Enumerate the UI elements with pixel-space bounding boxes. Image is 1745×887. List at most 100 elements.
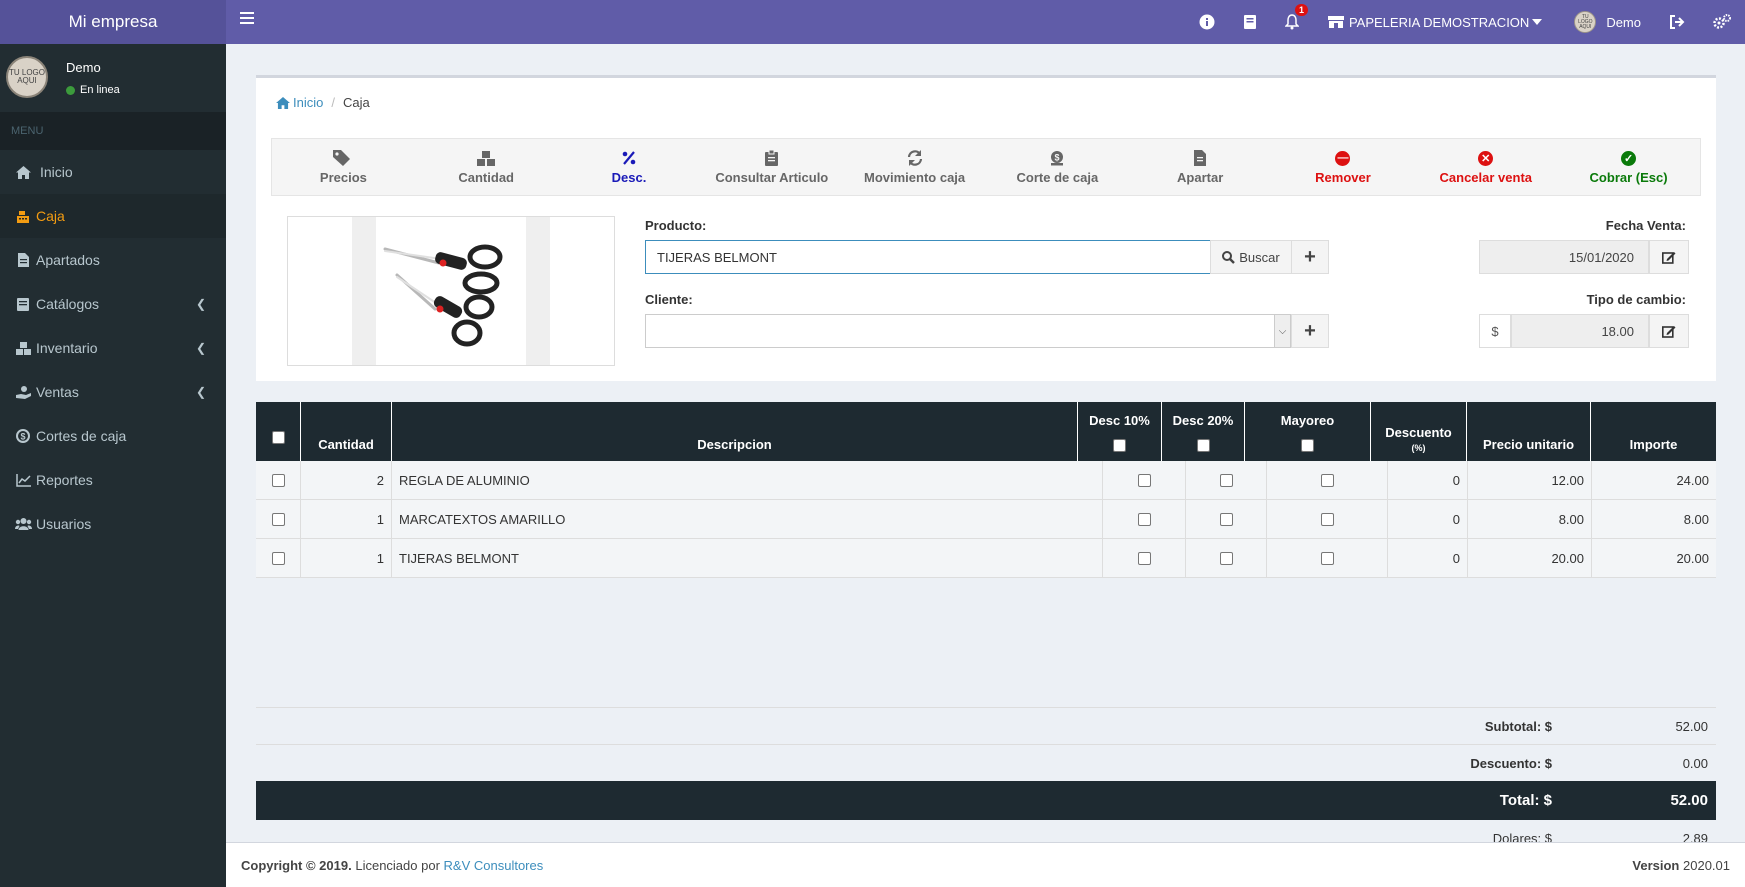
cobrar-button[interactable]: ✓ Cobrar (Esc) [1557, 139, 1700, 195]
total-value: 52.00 [1670, 792, 1708, 809]
table-row[interactable]: 1 TIJERAS BELMONT 0 20.00 20.00 [256, 539, 1716, 578]
notifications-button[interactable]: 1 [1271, 0, 1313, 44]
col-mayoreo: Mayoreo [1245, 402, 1371, 461]
edit-rate-button[interactable] [1649, 314, 1689, 348]
chevron-left-icon: ❮ [195, 385, 206, 399]
total-row: Total: $ 52.00 [256, 781, 1716, 820]
product-input[interactable] [645, 240, 1211, 274]
minus-circle-icon: — [1335, 150, 1351, 166]
sidebar-item-usuarios[interactable]: Usuarios [0, 502, 226, 546]
check-circle-icon: ✓ [1621, 150, 1637, 166]
add-product-button[interactable]: + [1291, 240, 1329, 274]
sidebar-item-inicio[interactable]: Inicio [0, 150, 226, 194]
row-precio: 12.00 [1468, 461, 1592, 499]
edit-icon [1662, 251, 1676, 264]
company-link[interactable]: R&V Consultores [444, 858, 544, 873]
sale-date-field: 15/01/2020 [1479, 240, 1649, 274]
movimiento-caja-button[interactable]: Movimiento caja [843, 139, 986, 195]
refresh-icon [907, 149, 923, 167]
sidebar-item-apartados[interactable]: Apartados [0, 238, 226, 282]
mayoreo-all-checkbox[interactable] [1301, 439, 1314, 452]
logout-button[interactable] [1655, 0, 1699, 44]
top-navbar: Mi empresa 1 PAPELERIA DEMOSTRACION TU L… [0, 0, 1745, 44]
sidebar: TU LOGO AQUI Demo En linea MENU Inicio C… [0, 44, 226, 887]
row-mayoreo-checkbox[interactable] [1320, 512, 1334, 526]
file-icon [1194, 149, 1207, 167]
edit-date-button[interactable] [1649, 240, 1689, 274]
plus-icon: + [1304, 245, 1316, 268]
add-client-button[interactable]: + [1291, 314, 1329, 348]
brand-logo[interactable]: Mi empresa [0, 0, 226, 44]
sidebar-item-catalogos[interactable]: Catálogos ❮ [0, 282, 226, 326]
clipboard-icon [765, 149, 779, 167]
consultar-articulo-button[interactable]: Consultar Articulo [700, 139, 843, 195]
row-importe: 24.00 [1676, 472, 1709, 488]
precios-button[interactable]: Precios [272, 139, 415, 195]
store-dropdown[interactable]: PAPELERIA DEMOSTRACION [1313, 0, 1556, 44]
remover-button[interactable]: — Remover [1272, 139, 1415, 195]
copyright: Copyright © 2019. Licenciado por R&V Con… [241, 857, 544, 873]
users-icon [14, 518, 32, 530]
settings-button[interactable] [1699, 0, 1745, 44]
user-panel: TU LOGO AQUI Demo En linea [0, 44, 226, 106]
corte-caja-button[interactable]: $ Corte de caja [986, 139, 1129, 195]
row-mayoreo-checkbox[interactable] [1320, 473, 1334, 487]
col-desc10: Desc 10% [1078, 402, 1162, 461]
col-precio: Precio unitario [1467, 402, 1591, 461]
select-all-checkbox[interactable] [271, 431, 285, 444]
user-menu[interactable]: TU LOGO AQUI Demo [1556, 0, 1655, 44]
hand-money-icon [14, 385, 32, 399]
sidebar-item-caja[interactable]: Caja [0, 194, 226, 238]
row-mayoreo-checkbox[interactable] [1320, 551, 1334, 565]
sidebar-item-cortes[interactable]: $ Cortes de caja [0, 414, 226, 458]
table-row[interactable]: 2 REGLA DE ALUMINIO 0 12.00 24.00 [256, 461, 1716, 500]
desc20-all-checkbox[interactable] [1196, 439, 1210, 452]
cancelar-venta-button[interactable]: ✕ Cancelar venta [1414, 139, 1557, 195]
chevron-left-icon: ❮ [195, 341, 206, 355]
manual-button[interactable] [1229, 0, 1271, 44]
row-desc10-checkbox[interactable] [1137, 473, 1151, 487]
tags-icon [333, 149, 353, 167]
file-icon [14, 253, 32, 267]
search-button[interactable]: Buscar [1210, 240, 1292, 274]
row-qty: 2 [301, 461, 392, 499]
row-desc20-checkbox[interactable] [1219, 512, 1233, 526]
search-icon [1222, 250, 1236, 264]
row-desc10-checkbox[interactable] [1137, 512, 1151, 526]
menu-header: MENU [0, 112, 226, 150]
sidebar-toggle-icon[interactable] [240, 12, 254, 26]
row-importe: 20.00 [1676, 550, 1709, 566]
version: Version 2020.01 [1632, 857, 1730, 873]
table-row[interactable]: 1 MARCATEXTOS AMARILLO 0 8.00 8.00 [256, 500, 1716, 539]
row-select-checkbox[interactable] [271, 512, 285, 526]
client-select[interactable]: ⌵ [645, 314, 1291, 348]
store-name: PAPELERIA DEMOSTRACION [1348, 14, 1530, 30]
row-select-checkbox[interactable] [271, 551, 285, 565]
scissors-image [383, 244, 503, 347]
date-label: Fecha Venta: [1605, 218, 1686, 233]
book-icon [1243, 15, 1256, 29]
sidebar-item-inventario[interactable]: Inventario ❮ [0, 326, 226, 370]
col-importe: Importe [1629, 437, 1678, 452]
apartar-button[interactable]: Apartar [1129, 139, 1272, 195]
row-select-checkbox[interactable] [271, 473, 285, 487]
sidebar-item-ventas[interactable]: Ventas ❮ [0, 370, 226, 414]
row-desc20-checkbox[interactable] [1219, 551, 1233, 565]
breadcrumb-home-link[interactable]: Inicio [276, 95, 323, 110]
row-desc10-checkbox[interactable] [1137, 551, 1151, 565]
discount-label: Descuento: $ [1470, 755, 1552, 771]
col-descripcion: Descripcion [392, 402, 1078, 461]
descuento-button[interactable]: Desc. [558, 139, 701, 195]
percent-icon [622, 149, 636, 167]
svg-text:$: $ [20, 432, 25, 442]
row-precio: 8.00 [1468, 500, 1592, 538]
sidebar-item-reportes[interactable]: Reportes [0, 458, 226, 502]
desc10-all-checkbox[interactable] [1113, 439, 1126, 452]
row-desc20-checkbox[interactable] [1219, 473, 1233, 487]
discount-row: Descuento: $ 0.00 [256, 744, 1716, 781]
cantidad-button[interactable]: Cantidad [415, 139, 558, 195]
discount-value: 0.00 [1682, 755, 1708, 771]
info-button[interactable] [1185, 0, 1229, 44]
sidebar-user-name: Demo [66, 60, 101, 75]
row-descuento: 0 [1388, 539, 1468, 577]
